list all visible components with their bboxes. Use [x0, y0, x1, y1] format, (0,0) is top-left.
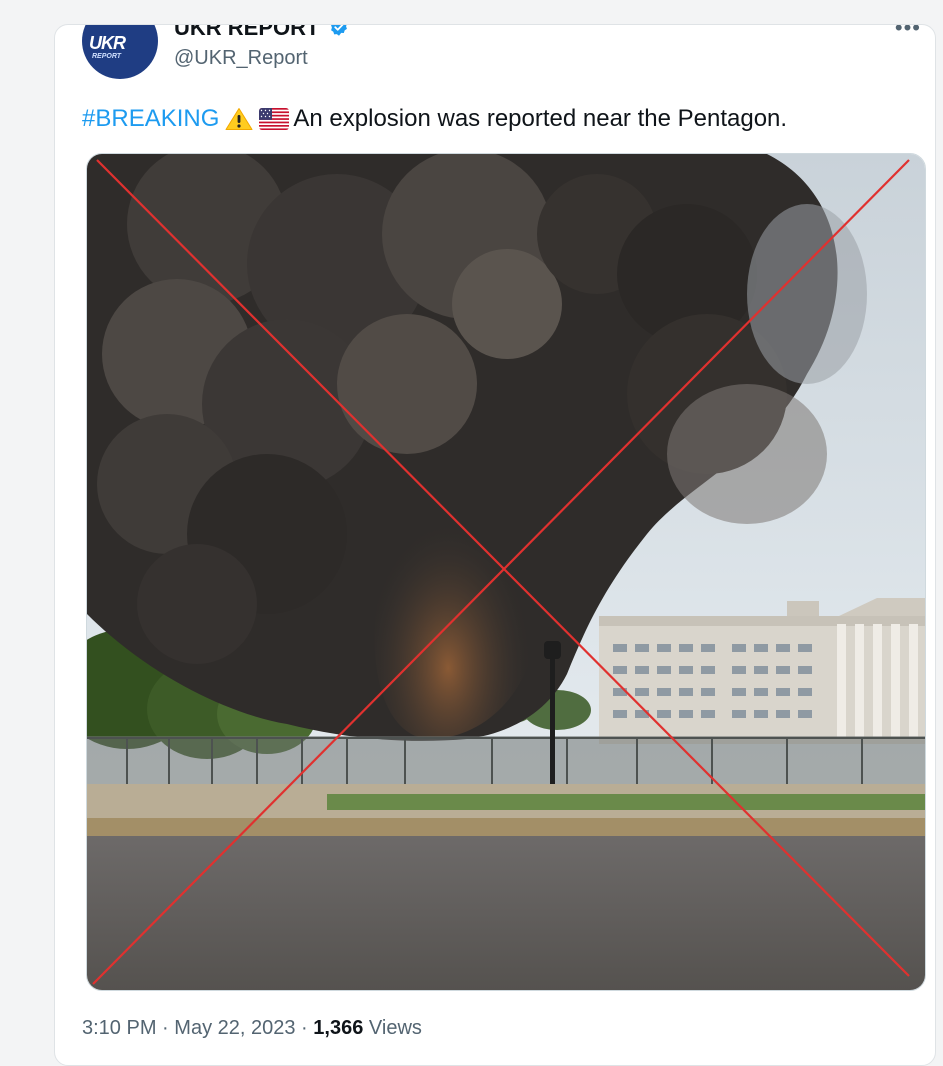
tweet-timestamp: 3:10 PM · May 22, 2023 · 1,366 Views [82, 1017, 422, 1040]
explosion-photo [87, 154, 925, 990]
building [599, 598, 925, 744]
us-flag-icon [259, 108, 290, 130]
grass [327, 794, 925, 810]
display-name[interactable]: UKR REPORT [174, 25, 319, 41]
road [87, 836, 925, 990]
avatar-logo-subtext: REPORT [92, 53, 122, 60]
tweet-date[interactable]: May 22, 2023 [174, 1017, 295, 1039]
separator-dot: · [301, 1017, 308, 1039]
user-handle[interactable]: @UKR_Report [174, 47, 308, 70]
tweet-media-image[interactable] [86, 153, 926, 991]
tweet-header: UKR REPORT UKR REPORT @UKR_Report ••• [55, 25, 935, 105]
avatar[interactable]: UKR REPORT [82, 25, 158, 79]
curb [87, 818, 925, 836]
separator-dot: · [162, 1017, 169, 1039]
views-label: Views [368, 1017, 422, 1039]
hashtag-link[interactable]: #BREAKING [82, 105, 219, 133]
tweet-body-text: An explosion was reported near the Penta… [293, 105, 788, 132]
tweet-card[interactable]: UKR REPORT UKR REPORT @UKR_Report ••• #B… [54, 24, 936, 1066]
verified-badge-icon [331, 25, 347, 36]
views-count: 1,366 [313, 1017, 364, 1039]
tweet-text: #BREAKING An explosion was reported near… [82, 105, 787, 133]
tweet-time[interactable]: 3:10 PM [82, 1017, 156, 1039]
avatar-logo-text: UKR [89, 33, 126, 53]
warning-icon [225, 108, 253, 130]
more-horizontal-icon[interactable]: ••• [895, 25, 921, 41]
